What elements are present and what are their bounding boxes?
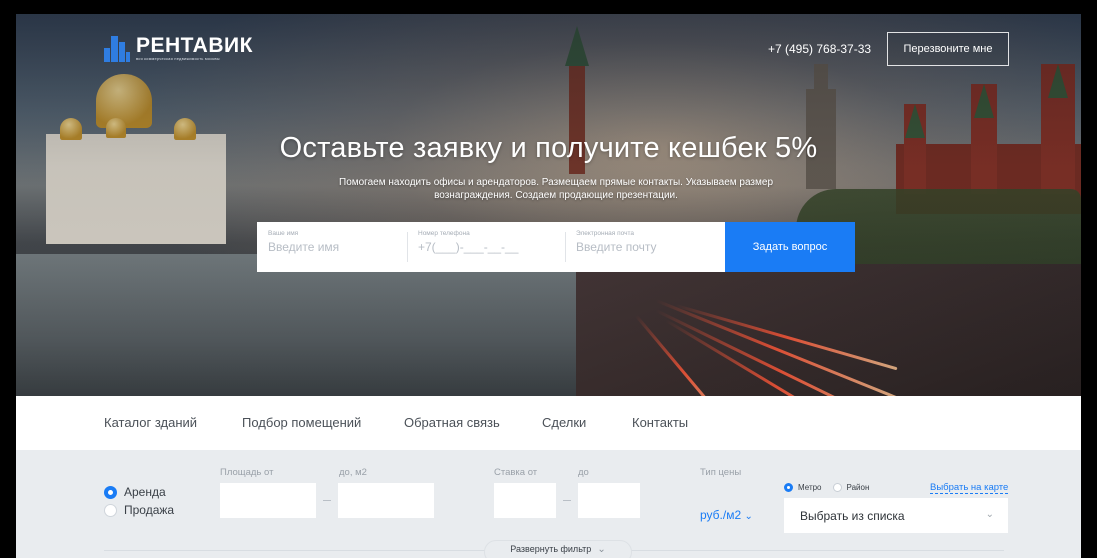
area-to-label: до, м2 [339, 467, 367, 478]
radio-label: Метро [798, 483, 822, 492]
choose-on-map-link[interactable]: Выбрать на карте [930, 482, 1009, 494]
area-from-input[interactable] [220, 483, 316, 518]
chevron-down-icon: ⌄ [597, 543, 606, 555]
email-input[interactable]: Введите почту [576, 240, 714, 254]
expand-filter-button[interactable]: Развернуть фильтр ⌄ [484, 540, 632, 558]
nav-item-selection[interactable]: Подбор помещений [242, 415, 361, 430]
location-type-toggle: Метро Район [784, 483, 869, 492]
location-select-value: Выбрать из списка [800, 509, 905, 523]
rate-from-label: Ставка от [494, 467, 538, 478]
phone-field[interactable]: Номер телефона +7(___)-___-__-__ [407, 222, 565, 272]
radio-button[interactable] [104, 485, 117, 499]
phone-field-label: Номер телефона [418, 230, 470, 237]
radio-button[interactable] [104, 503, 117, 517]
email-field-label: Электронная почта [576, 230, 635, 237]
hero-section: РЕНТАВИК вся коммерческая недвижимость м… [16, 14, 1081, 396]
lead-form: Ваше имя Введите имя Номер телефона +7(_… [257, 222, 855, 272]
search-filter: Аренда Продажа Площадь от до, м2 Ставка … [16, 450, 1081, 558]
nav-item-contacts[interactable]: Контакты [632, 415, 688, 430]
rate-to-input[interactable] [578, 483, 640, 518]
radio-label: Район [846, 483, 870, 492]
expand-filter-label: Развернуть фильтр [510, 544, 592, 554]
email-field[interactable]: Электронная почта Введите почту [565, 222, 725, 272]
phone-number[interactable]: +7 (495) 768-37-33 [768, 42, 871, 56]
nav-item-feedback[interactable]: Обратная связь [404, 415, 500, 430]
name-input[interactable]: Введите имя [268, 240, 396, 254]
price-type-label: Тип цены [700, 467, 742, 478]
radio-label: Продажа [124, 503, 175, 517]
nav-item-catalog[interactable]: Каталог зданий [104, 415, 197, 430]
chevron-down-icon: ⌄ [744, 511, 753, 522]
logo[interactable]: РЕНТАВИК вся коммерческая недвижимость м… [104, 34, 253, 62]
rate-from-input[interactable] [494, 483, 556, 518]
nav-item-deals[interactable]: Сделки [542, 415, 586, 430]
rate-to-label: до [578, 467, 589, 478]
location-select[interactable]: Выбрать из списка ⌄ [784, 498, 1008, 533]
hero-title: Оставьте заявку и получите кешбек 5% [279, 132, 818, 164]
radio-label: Аренда [124, 485, 166, 499]
hero-overlay [16, 14, 1081, 396]
radio-sale[interactable]: Продажа [104, 503, 174, 517]
radio-rent[interactable]: Аренда [104, 485, 166, 499]
price-type-dropdown[interactable]: руб./м2 ⌄ [700, 508, 753, 522]
callback-button[interactable]: Перезвоните мне [887, 32, 1009, 66]
name-field[interactable]: Ваше имя Введите имя [257, 222, 407, 272]
brand-name: РЕНТАВИК [136, 34, 253, 57]
price-type-value: руб./м2 [700, 508, 742, 522]
area-from-label: Площадь от [220, 467, 274, 478]
range-dash [323, 500, 331, 501]
chevron-down-icon: ⌄ [985, 509, 994, 520]
main-nav: Каталог зданий Подбор помещений Обратная… [16, 396, 1081, 450]
browser-viewport: РЕНТАВИК вся коммерческая недвижимость м… [16, 14, 1081, 558]
area-to-input[interactable] [338, 483, 434, 518]
ask-question-button[interactable]: Задать вопрос [725, 222, 855, 272]
range-dash [563, 500, 571, 501]
radio-metro[interactable] [784, 483, 793, 492]
radio-district[interactable] [832, 483, 842, 492]
hero-subtitle: Помогаем находить офисы и арендаторов. Р… [339, 177, 773, 201]
phone-input[interactable]: +7(___)-___-__-__ [418, 240, 554, 254]
name-field-label: Ваше имя [268, 230, 299, 237]
building-icon [104, 36, 130, 62]
